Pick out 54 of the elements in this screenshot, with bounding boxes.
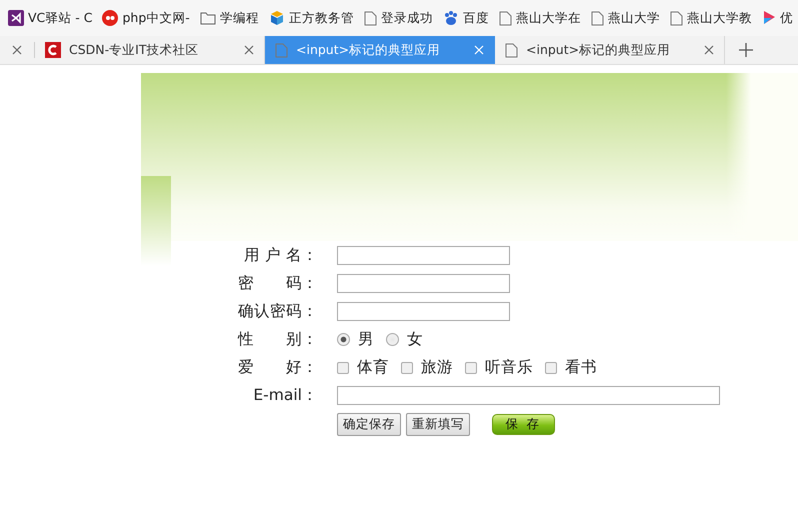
- field-label: 用 户 名：: [243, 245, 318, 266]
- option-label: 看书: [565, 357, 597, 378]
- field-label: 密 码：: [237, 273, 318, 294]
- app-icon: [8, 10, 24, 26]
- form-button[interactable]: 确定保存: [337, 413, 401, 436]
- checkbox[interactable]: [337, 362, 349, 374]
- cube-icon: [268, 10, 285, 26]
- bookmark[interactable]: 优: [760, 10, 798, 26]
- option-label: 女: [407, 329, 423, 350]
- page-icon: [364, 10, 377, 26]
- checkbox[interactable]: [465, 362, 477, 374]
- radio-button[interactable]: [337, 333, 350, 346]
- field-label: 确认密码：: [237, 301, 318, 322]
- bookmark[interactable]: 正方教务管: [266, 10, 362, 26]
- option-label: 听音乐: [485, 357, 533, 378]
- form-button[interactable]: 重新填写: [406, 413, 470, 436]
- text-field[interactable]: [337, 246, 510, 265]
- paw-icon: [442, 10, 459, 26]
- new-tab-icon[interactable]: [739, 43, 753, 57]
- save-button[interactable]: 保 存: [492, 414, 555, 435]
- option-label: 旅游: [421, 357, 453, 378]
- bookmark[interactable]: php中文网-: [100, 10, 198, 26]
- field-label: E-mail：: [252, 385, 318, 406]
- page-icon: [670, 10, 683, 26]
- bookmark[interactable]: 燕山大学在: [496, 10, 589, 26]
- csdn-icon: [45, 42, 61, 58]
- bookmark[interactable]: 燕山大学: [588, 10, 668, 26]
- password-field[interactable]: [337, 274, 510, 293]
- folder-icon: [200, 11, 216, 25]
- checkbox[interactable]: [545, 362, 557, 374]
- page-icon: [275, 42, 288, 58]
- close-icon[interactable]: [704, 45, 714, 55]
- php-icon: [102, 10, 118, 26]
- browser-tab[interactable]: <input>标记的典型应用: [495, 36, 725, 64]
- option-label: 男: [358, 329, 374, 350]
- email-field[interactable]: [337, 386, 720, 405]
- radio-button[interactable]: [386, 333, 399, 346]
- bookmark[interactable]: 学编程: [198, 10, 267, 26]
- field-label: 性 别：: [236, 329, 318, 350]
- bookmark[interactable]: 登录成功: [362, 10, 441, 26]
- bookmark[interactable]: 百度: [440, 10, 497, 26]
- close-icon[interactable]: [244, 45, 254, 55]
- page-icon: [590, 10, 604, 26]
- field-label: 爱 好：: [237, 357, 318, 378]
- page-icon: [505, 42, 518, 58]
- play-icon: [762, 10, 776, 26]
- browser-tab[interactable]: CSDN-专业IT技术社区: [35, 36, 265, 64]
- bookmark[interactable]: VC驿站 - C: [6, 10, 100, 26]
- checkbox[interactable]: [401, 362, 413, 374]
- close-icon[interactable]: [12, 45, 22, 55]
- page-icon: [498, 10, 512, 26]
- bookmark[interactable]: 燕山大学教: [668, 10, 760, 26]
- password-field[interactable]: [337, 302, 510, 321]
- option-label: 体育: [357, 357, 389, 378]
